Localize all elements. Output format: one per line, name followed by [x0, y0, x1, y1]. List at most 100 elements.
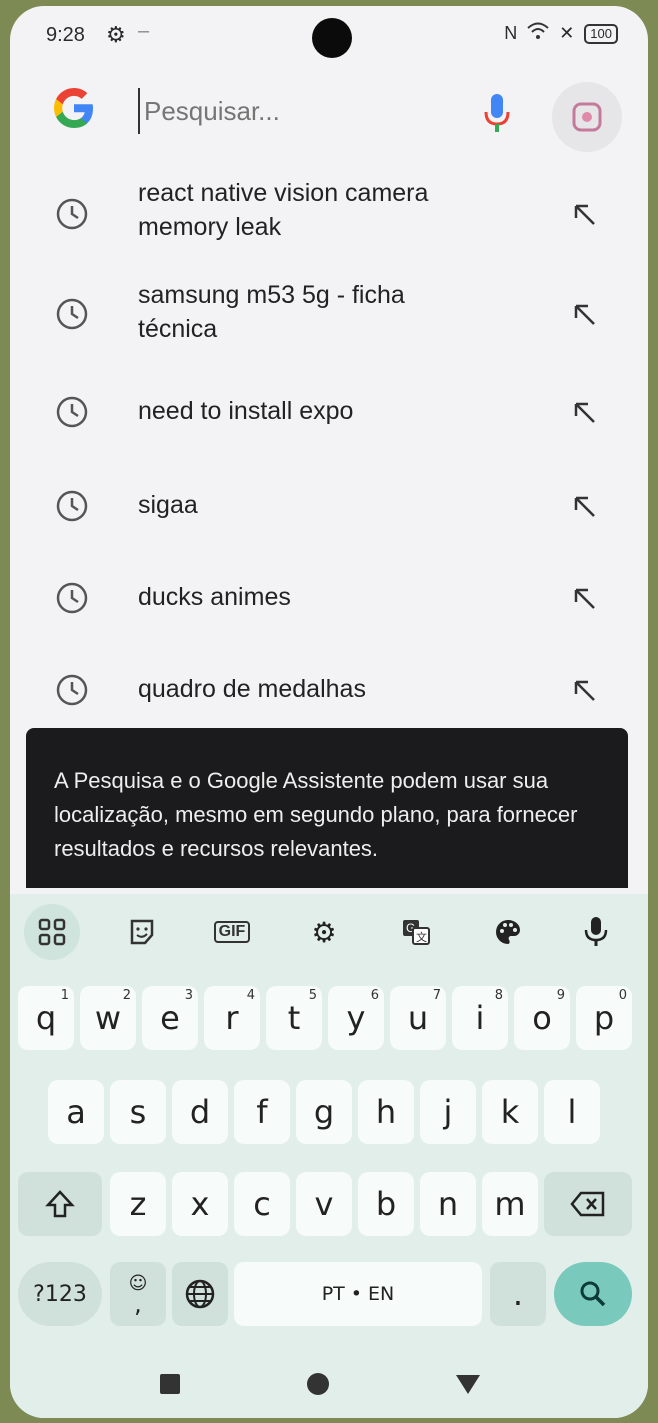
voice-search-mic-icon[interactable]	[482, 88, 512, 138]
keyboard-settings-button[interactable]: ⚙	[296, 904, 352, 960]
key-h[interactable]: h	[358, 1080, 414, 1144]
wifi-icon	[527, 22, 549, 45]
shift-arrow-icon	[45, 1190, 75, 1218]
theme-button[interactable]	[480, 904, 536, 960]
status-icons: N ✕ 100	[504, 22, 618, 45]
key-m[interactable]: m	[482, 1172, 538, 1236]
history-clock-icon	[54, 196, 90, 232]
suggestion-text: quadro de medalhas	[138, 675, 366, 703]
key-z[interactable]: z	[110, 1172, 166, 1236]
key-p[interactable]: p0	[576, 986, 632, 1050]
fill-query-arrow-icon[interactable]	[570, 398, 600, 428]
history-clock-icon	[54, 394, 90, 430]
front-camera-hole	[312, 18, 352, 58]
sticker-button[interactable]	[114, 904, 170, 960]
language-switch-key[interactable]	[172, 1262, 228, 1326]
sticker-icon	[130, 919, 154, 945]
period-key[interactable]: .	[490, 1262, 546, 1326]
symbols-key[interactable]: ?123	[18, 1262, 102, 1326]
down-triangle-icon	[456, 1375, 480, 1394]
key-g[interactable]: g	[296, 1080, 352, 1144]
back-button[interactable]	[448, 1364, 488, 1404]
key-l[interactable]: l	[544, 1080, 600, 1144]
suggestion-text-line2: memory leak	[138, 213, 282, 241]
translate-icon: G文	[403, 920, 430, 945]
circle-icon	[307, 1373, 329, 1395]
keyboard-voice-button[interactable]	[568, 904, 624, 960]
location-notice-banner: A Pesquisa e o Google Assistente podem u…	[26, 728, 628, 888]
key-o[interactable]: o9	[514, 986, 570, 1050]
nfc-icon: N	[504, 23, 518, 43]
on-screen-keyboard: q1 w2 e3 r4 t5 y6 u7 i8 o9 p0 a s d f g …	[10, 974, 648, 1346]
search-icon	[580, 1281, 606, 1307]
fill-query-arrow-icon[interactable]	[570, 584, 600, 614]
space-key[interactable]: PT • EN	[234, 1262, 482, 1326]
home-button[interactable]	[298, 1364, 338, 1404]
suggestion-text: ducks animes	[138, 583, 291, 611]
svg-text:文: 文	[416, 930, 427, 944]
globe-icon	[185, 1279, 215, 1309]
key-v[interactable]: v	[296, 1172, 352, 1236]
square-icon	[160, 1374, 180, 1394]
key-d[interactable]: d	[172, 1080, 228, 1144]
key-t[interactable]: t5	[266, 986, 322, 1050]
fill-query-arrow-icon[interactable]	[570, 300, 600, 330]
recent-apps-button[interactable]	[150, 1364, 190, 1404]
backspace-key[interactable]	[544, 1172, 632, 1236]
status-time: 9:28	[46, 24, 85, 46]
key-q[interactable]: q1	[18, 986, 74, 1050]
google-lens-camera-button[interactable]	[552, 82, 622, 152]
key-j[interactable]: j	[420, 1080, 476, 1144]
status-bar: 9:28 ⚙ – N ✕ 100	[10, 6, 648, 66]
gif-button[interactable]: GIF	[204, 904, 260, 960]
key-b[interactable]: b	[358, 1172, 414, 1236]
mute-icon: ✕	[559, 23, 575, 43]
status-dash: –	[138, 20, 150, 42]
key-a[interactable]: a	[48, 1080, 104, 1144]
key-w[interactable]: w2	[80, 986, 136, 1050]
key-u[interactable]: u7	[390, 986, 446, 1050]
key-s[interactable]: s	[110, 1080, 166, 1144]
fill-query-arrow-icon[interactable]	[570, 200, 600, 230]
suggestion-text: react native vision camera	[138, 179, 429, 207]
keyboard-search-key[interactable]	[554, 1262, 632, 1326]
shift-key[interactable]	[18, 1172, 102, 1236]
suggestion-text-line2: técnica	[138, 315, 218, 343]
translate-button[interactable]: G文	[388, 904, 444, 960]
fill-query-arrow-icon[interactable]	[570, 492, 600, 522]
search-input[interactable]	[138, 88, 476, 134]
backspace-icon	[570, 1191, 605, 1217]
google-logo-icon	[50, 84, 98, 132]
key-x[interactable]: x	[172, 1172, 228, 1236]
key-e[interactable]: e3	[142, 986, 198, 1050]
history-clock-icon	[54, 672, 90, 708]
battery-icon: 100	[584, 23, 618, 44]
history-clock-icon	[54, 488, 90, 524]
key-r[interactable]: r4	[204, 986, 260, 1050]
apps-grid-button[interactable]	[24, 904, 80, 960]
gif-label: GIF	[213, 921, 251, 943]
key-k[interactable]: k	[482, 1080, 538, 1144]
settings-gear-icon: ⚙	[106, 22, 126, 47]
history-clock-icon	[54, 580, 90, 616]
navigation-bar	[10, 1346, 648, 1418]
palette-icon	[496, 920, 520, 944]
key-y[interactable]: y6	[328, 986, 384, 1050]
history-clock-icon	[54, 296, 90, 332]
key-i[interactable]: i8	[452, 986, 508, 1050]
phone-screen: 9:28 ⚙ – N ✕ 100 Pesquisar... react nati…	[10, 6, 648, 1418]
settings-icon: ⚙	[311, 916, 337, 948]
suggestion-text: samsung m53 5g - ficha	[138, 281, 405, 309]
keyboard-toolbar: GIF ⚙ G文	[10, 894, 648, 974]
key-c[interactable]: c	[234, 1172, 290, 1236]
key-n[interactable]: n	[420, 1172, 476, 1236]
key-f[interactable]: f	[234, 1080, 290, 1144]
lens-icon	[572, 102, 602, 132]
mic-icon	[584, 917, 608, 946]
suggestion-text: sigaa	[138, 491, 198, 519]
apps-grid-icon	[38, 918, 66, 946]
search-bar	[10, 76, 648, 152]
emoji-comma-key[interactable]: ☺ ,	[110, 1262, 166, 1326]
suggestion-text: need to install expo	[138, 397, 354, 425]
fill-query-arrow-icon[interactable]	[570, 676, 600, 706]
